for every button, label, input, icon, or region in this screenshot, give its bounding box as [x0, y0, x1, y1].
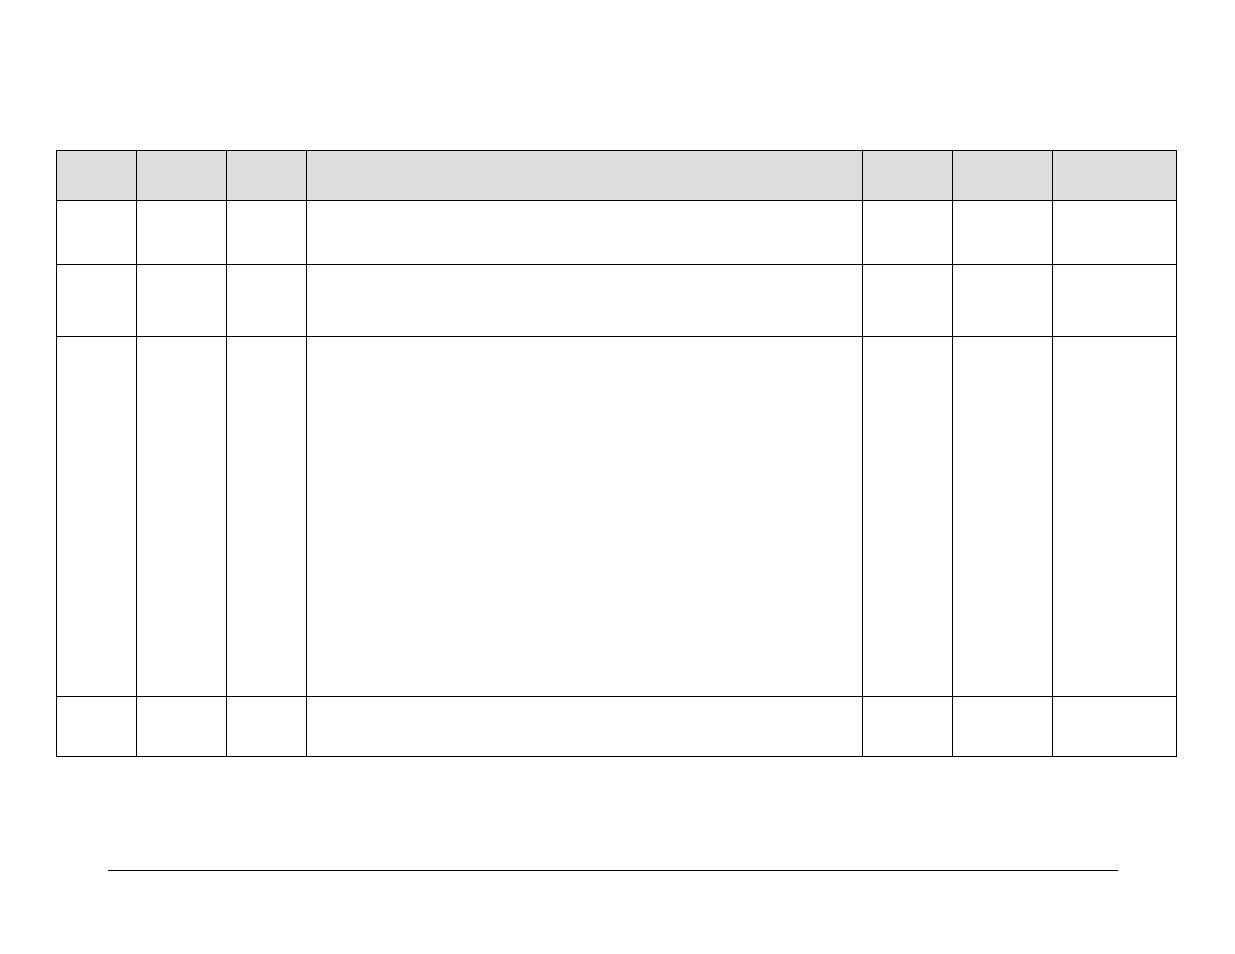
table-header-cell [57, 151, 137, 201]
table-cell [307, 265, 863, 337]
table-cell [863, 697, 953, 757]
table-header-cell [863, 151, 953, 201]
table-cell [953, 337, 1053, 697]
table-cell [227, 265, 307, 337]
table-cell [863, 337, 953, 697]
table-cell [863, 201, 953, 265]
table-cell [137, 201, 227, 265]
table-header-row [57, 151, 1177, 201]
table-row [57, 265, 1177, 337]
table-cell [57, 337, 137, 697]
table-container [56, 150, 1176, 757]
table-cell [1053, 697, 1177, 757]
table-cell [227, 697, 307, 757]
table-header-cell [137, 151, 227, 201]
table-cell [953, 265, 1053, 337]
table-cell [1053, 201, 1177, 265]
table-row [57, 201, 1177, 265]
table-cell [137, 265, 227, 337]
table-cell [227, 337, 307, 697]
table-cell [227, 201, 307, 265]
table-header-cell [227, 151, 307, 201]
table-cell [137, 697, 227, 757]
table-cell [57, 697, 137, 757]
document-page [0, 0, 1235, 954]
table-cell [307, 337, 863, 697]
table-cell [863, 265, 953, 337]
table-header-cell [307, 151, 863, 201]
table-cell [57, 201, 137, 265]
table-cell [57, 265, 137, 337]
table-cell [307, 201, 863, 265]
horizontal-rule [108, 870, 1118, 871]
table-header-cell [1053, 151, 1177, 201]
table-cell [1053, 265, 1177, 337]
table-cell [137, 337, 227, 697]
table-cell [953, 201, 1053, 265]
table-cell [953, 697, 1053, 757]
table-row [57, 337, 1177, 697]
table-header-cell [953, 151, 1053, 201]
table-cell [1053, 337, 1177, 697]
empty-table [56, 150, 1177, 757]
table-cell [307, 697, 863, 757]
table-row [57, 697, 1177, 757]
